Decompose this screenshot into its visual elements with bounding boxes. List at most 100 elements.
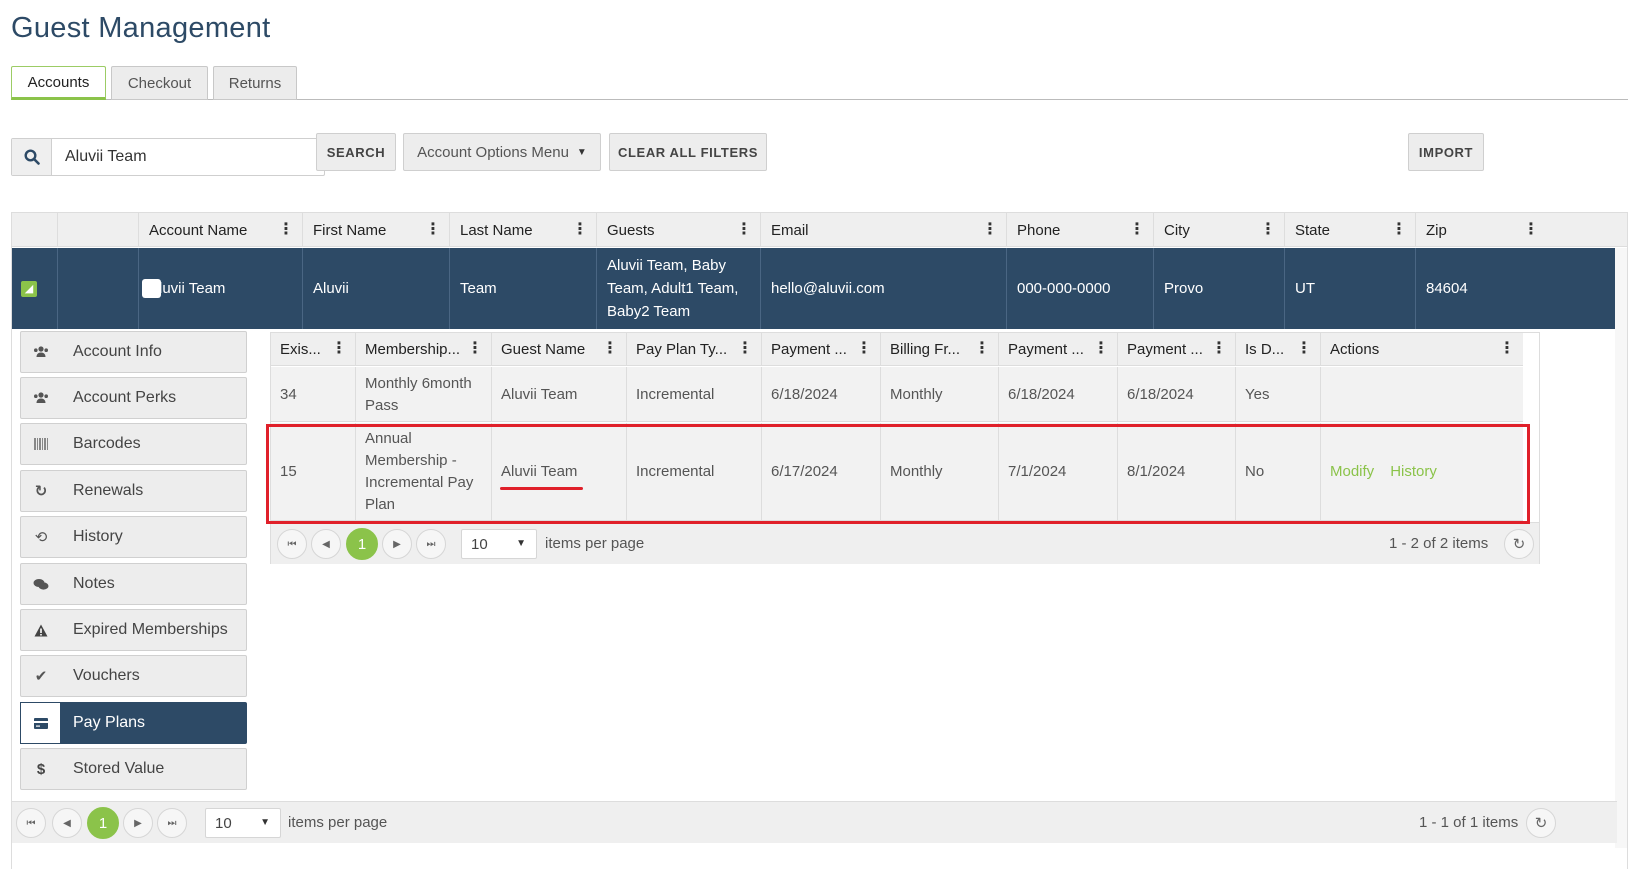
column-label: Payment ... [1127, 341, 1203, 358]
zip-cell[interactable]: 84604 [1416, 248, 1617, 329]
column-header[interactable]: Email ⋮ [761, 213, 1007, 247]
first-page-icon[interactable]: ⏮ [16, 808, 46, 838]
column-menu-icon[interactable]: ⋮ [1499, 341, 1515, 357]
sidebar-item-renewals[interactable]: ↻ Renewals [20, 470, 247, 512]
grid-scrollbar[interactable] [1615, 248, 1627, 848]
column-header[interactable]: Zip ⋮ [1416, 213, 1547, 247]
column-menu-icon[interactable]: ⋮ [974, 341, 990, 357]
phone-cell[interactable]: 000-000-0000 [1007, 248, 1154, 329]
highlight-underline [500, 487, 583, 490]
refresh-icon[interactable]: ↻ [1504, 529, 1534, 559]
import-button[interactable]: IMPORT [1408, 133, 1484, 171]
column-menu-icon[interactable]: ⋮ [982, 222, 998, 238]
page-size-select[interactable]: 10 ▼ [461, 529, 537, 559]
column-header[interactable]: Payment ... ⋮ [762, 333, 881, 366]
column-menu-icon[interactable]: ⋮ [737, 341, 753, 357]
column-label: State [1295, 221, 1331, 239]
tab-returns[interactable]: Returns [213, 66, 297, 100]
account-options-menu[interactable]: Account Options Menu ▼ [403, 133, 601, 171]
column-menu-icon[interactable]: ⋮ [602, 341, 618, 357]
city-cell[interactable]: Provo [1154, 248, 1285, 329]
email-cell[interactable]: hello@aluvii.com [761, 248, 1007, 329]
tab-checkout[interactable]: Checkout [111, 66, 208, 100]
search-input[interactable] [53, 139, 323, 175]
column-menu-icon[interactable]: ⋮ [467, 341, 483, 357]
expand-toggle-icon[interactable]: ◢ [21, 281, 37, 297]
column-menu-icon[interactable]: ⋮ [1211, 341, 1227, 357]
last-page-icon[interactable]: ⏭ [157, 808, 187, 838]
column-header[interactable]: Actions ⋮ [1321, 333, 1523, 366]
column-header[interactable]: Billing Fr... ⋮ [881, 333, 999, 366]
column-header[interactable]: Exis... ⋮ [271, 333, 356, 366]
column-menu-icon[interactable]: ⋮ [1523, 222, 1539, 238]
sidebar-item-stored-value[interactable]: $ Stored Value [20, 748, 247, 790]
tab-accounts[interactable]: Accounts [11, 66, 106, 100]
column-header[interactable]: State ⋮ [1285, 213, 1416, 247]
refresh-icon[interactable]: ↻ [1526, 808, 1556, 838]
guests-cell[interactable]: Aluvii Team, Baby Team, Adult1 Team, Bab… [597, 248, 761, 329]
sidebar-item-label: Vouchers [73, 667, 140, 684]
refresh-icon: ↻ [34, 483, 48, 500]
sidebar-item-vouchers[interactable]: ✔ Vouchers [20, 655, 247, 697]
account-row[interactable]: ◢ Aluvii Team Aluvii Team Aluvii Team, B… [12, 248, 1617, 329]
column-menu-icon[interactable]: ⋮ [425, 222, 441, 238]
first-page-icon[interactable]: ⏮ [277, 529, 307, 559]
column-header[interactable]: Is D... ⋮ [1236, 333, 1321, 366]
column-menu-icon[interactable]: ⋮ [1129, 222, 1145, 238]
column-menu-icon[interactable]: ⋮ [856, 341, 872, 357]
sidebar-item-account-info[interactable]: Account Info [20, 331, 247, 373]
sidebar-item-label: Account Info [73, 343, 162, 360]
table-row[interactable]: 34 Monthly 6month Pass Aluvii Team Incre… [271, 367, 1523, 422]
page-size-select[interactable]: 10 ▼ [205, 808, 281, 838]
column-menu-icon[interactable]: ⋮ [736, 222, 752, 238]
page-number-button[interactable]: 1 [346, 528, 378, 560]
column-label: Billing Fr... [890, 341, 961, 358]
state-cell[interactable]: UT [1285, 248, 1416, 329]
last-name-cell[interactable]: Team [450, 248, 597, 329]
search-button[interactable]: SEARCH [316, 133, 396, 171]
column-menu-icon[interactable]: ⋮ [1260, 222, 1276, 238]
next-page-icon[interactable]: ▶ [123, 808, 153, 838]
column-header[interactable]: Membership... ⋮ [356, 333, 492, 366]
column-header[interactable]: Phone ⋮ [1007, 213, 1154, 247]
sidebar-item-pay-plans[interactable]: Pay Plans [20, 702, 247, 744]
column-header[interactable]: City ⋮ [1154, 213, 1285, 247]
column-header[interactable]: Payment ... ⋮ [1118, 333, 1236, 366]
account-name-cell[interactable]: Aluvii Team [139, 248, 303, 329]
column-header[interactable]: Account Name ⋮ [139, 213, 303, 247]
sidebar-item-barcodes[interactable]: Barcodes [20, 423, 247, 465]
expand-cell[interactable]: ◢ [12, 248, 58, 329]
column-menu-icon[interactable]: ⋮ [331, 341, 347, 357]
sidebar-item-notes[interactable]: Notes [20, 563, 247, 605]
tab-bar: Accounts Checkout Returns [11, 66, 1628, 100]
column-menu-icon[interactable]: ⋮ [1296, 341, 1312, 357]
last-page-icon[interactable]: ⏭ [416, 529, 446, 559]
column-header[interactable]: Guest Name ⋮ [492, 333, 627, 366]
sidebar-item-expired-memberships[interactable]: Expired Memberships [20, 609, 247, 651]
search-icon[interactable] [12, 139, 52, 175]
sidebar-item-label: Pay Plans [73, 714, 146, 731]
clear-all-filters-button[interactable]: CLEAR ALL FILTERS [609, 133, 767, 171]
next-page-icon[interactable]: ▶ [382, 529, 412, 559]
sidebar-item-history[interactable]: ⟲ History [20, 516, 247, 558]
column-menu-icon[interactable]: ⋮ [1391, 222, 1407, 238]
column-header[interactable]: Last Name ⋮ [450, 213, 597, 247]
column-header[interactable]: Payment ... ⋮ [999, 333, 1118, 366]
prev-page-icon[interactable]: ◀ [311, 529, 341, 559]
column-header[interactable]: Guests ⋮ [597, 213, 761, 247]
column-header[interactable]: First Name ⋮ [303, 213, 450, 247]
select-cell[interactable] [58, 248, 161, 329]
column-label: Guests [607, 221, 655, 239]
first-name-cell[interactable]: Aluvii [303, 248, 450, 329]
sidebar-item-account-perks[interactable]: Account Perks [20, 377, 247, 419]
column-menu-icon[interactable]: ⋮ [278, 222, 294, 238]
guest-name-cell: Aluvii Team [492, 367, 627, 422]
column-menu-icon[interactable]: ⋮ [572, 222, 588, 238]
page-number-button[interactable]: 1 [87, 807, 119, 839]
search-box [11, 138, 325, 176]
column-header[interactable]: Pay Plan Ty... ⋮ [627, 333, 762, 366]
dollar-icon: $ [36, 760, 46, 778]
prev-page-icon[interactable]: ◀ [52, 808, 82, 838]
comments-icon [21, 564, 61, 604]
column-menu-icon[interactable]: ⋮ [1093, 341, 1109, 357]
